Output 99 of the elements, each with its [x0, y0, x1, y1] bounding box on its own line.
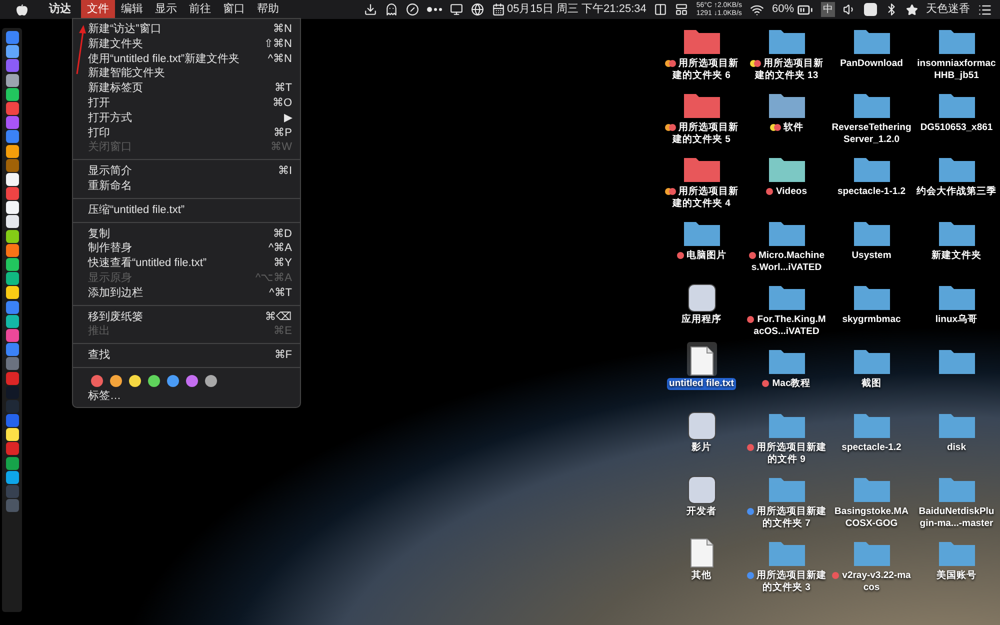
dock-app-icon[interactable]: [6, 172, 18, 186]
desktop-icon-label[interactable]: 其他: [690, 570, 714, 582]
globe-icon[interactable]: [470, 3, 484, 16]
menu-item[interactable]: 新建“访达”窗口 ⌘N: [73, 22, 300, 37]
desktop-icon-label[interactable]: 用所选项目新建的文件夹 13: [744, 58, 828, 82]
desktop-icon-label[interactable]: 用所选项目新建的文件夹 6: [660, 58, 744, 82]
desktop-icon-label[interactable]: 截图: [860, 378, 884, 390]
menu-item[interactable]: 新建文件夹 ⇧⌘N: [73, 36, 300, 52]
apple-icon[interactable]: [16, 4, 28, 16]
dots-icon[interactable]: [426, 7, 442, 12]
dock-app-icon[interactable]: [6, 215, 18, 228]
desktop-icon-label[interactable]: 用所选项目新建的文件夹 4: [660, 186, 744, 210]
desktop-icon-label[interactable]: 用所选项目新建的文件夹 5: [660, 122, 744, 146]
desktop-icon-label[interactable]: 用所选项目新建的文件夹 3: [744, 570, 828, 594]
desktop-icon-label[interactable]: DG510653_x861: [918, 122, 995, 134]
menu-bar-clock[interactable]: 05月15日 周三 下午21:25:34: [506, 1, 646, 18]
menu-item[interactable]: 快速查看“untitled file.txt” ⌘Y: [73, 256, 300, 271]
dock-app-icon[interactable]: [6, 272, 18, 286]
ghost-icon[interactable]: [384, 3, 398, 16]
desktop-icon-label[interactable]: linux乌哥: [933, 314, 980, 326]
volume-icon[interactable]: [843, 3, 856, 16]
desktop-icon-label[interactable]: 美国账号: [934, 570, 978, 582]
desktop-icon-label[interactable]: v2ray-v3.22-macos: [830, 570, 914, 594]
desktop-icon-label[interactable]: 新建文件夹: [930, 250, 984, 262]
menu-item[interactable]: 添加到边栏 ^⌘T: [73, 286, 300, 301]
desktop-icon-label[interactable]: Micro.Machines.Worl...iVATED: [744, 250, 828, 274]
desktop-icon-label[interactable]: Basingstoke.MACOSX-GOG: [830, 506, 914, 530]
menu-item[interactable]: 标签…: [73, 388, 300, 404]
desktop-icon-label[interactable]: BaiduNetdiskPlugin-ma...-master: [914, 506, 998, 530]
dock-app-icon[interactable]: [6, 144, 18, 158]
desktop-icon-label[interactable]: Usystem: [850, 250, 894, 262]
menu-item[interactable]: 重新命名: [73, 178, 300, 194]
wifi-icon[interactable]: [750, 2, 764, 16]
dock-app-icon[interactable]: [6, 201, 18, 214]
desktop-icon-label[interactable]: PanDownload: [838, 58, 905, 70]
document-icon: [688, 538, 714, 568]
desktop-icon-label[interactable]: For.The.King.MacOS...iVATED: [744, 314, 828, 338]
app-icon: [688, 284, 716, 312]
dock-app-icon[interactable]: [6, 470, 18, 484]
menu-item[interactable]: 使用“untitled file.txt”新建文件夹 ^⌘N: [73, 52, 300, 66]
input-method[interactable]: 中: [821, 2, 835, 17]
menu-item[interactable]: 显示简介 ⌘I: [73, 164, 300, 179]
desktop-icon-label[interactable]: spectacle-1-1.2: [835, 186, 908, 198]
dock-app-icon[interactable]: [6, 428, 18, 442]
download-icon[interactable]: [364, 3, 377, 16]
dock-app-icon[interactable]: [6, 286, 18, 300]
desktop-icon-label[interactable]: untitled file.txt: [667, 378, 736, 390]
menu-title[interactable]: 前往: [183, 0, 217, 19]
menu-title[interactable]: 帮助: [251, 0, 285, 19]
star-icon[interactable]: [906, 4, 918, 16]
menu-item[interactable]: 新建智能文件夹: [73, 66, 300, 82]
display-icon[interactable]: [450, 3, 463, 16]
desktop-icon-label[interactable]: ReverseTetheringServer_1.2.0: [830, 122, 914, 146]
desktop-icon-label[interactable]: 电脑图片: [674, 250, 728, 262]
dock-app-icon[interactable]: [6, 74, 18, 87]
desktop-icon-label[interactable]: disk: [944, 442, 968, 454]
list-icon[interactable]: [978, 2, 992, 16]
desktop-icon-label[interactable]: 影片: [690, 442, 714, 454]
battery-percent[interactable]: 60%: [772, 1, 794, 18]
menu-item[interactable]: 打开 ⌘O: [73, 96, 300, 111]
menu-title[interactable]: 显示: [149, 0, 183, 19]
dock-app-icon[interactable]: [6, 88, 18, 101]
app-icon: [688, 412, 716, 440]
desktop-icon-label[interactable]: spectacle-1.2: [840, 442, 904, 454]
dock-app-icon[interactable]: [6, 230, 18, 243]
menu-item[interactable]: 查找 ⌘F: [73, 348, 300, 363]
desktop-icon-label[interactable]: 软件: [768, 122, 806, 134]
menu-item[interactable]: 打印 ⌘P: [73, 126, 300, 140]
desktop-icon-label[interactable]: 应用程序: [680, 314, 724, 326]
annotation-arrow: [75, 24, 87, 76]
desktop-icon-label[interactable]: insomniaxformacHHB_jb51: [914, 58, 998, 82]
desktop-icon-label[interactable]: 开发者: [684, 506, 718, 518]
app-menu[interactable]: 访达: [49, 1, 71, 18]
desktop-icon-label[interactable]: skygrmbmac: [840, 314, 903, 326]
calendar-icon[interactable]: [492, 3, 505, 16]
app-icon: [688, 476, 716, 504]
menu-item[interactable]: 新建标签页 ⌘T: [73, 81, 300, 96]
menu-item[interactable]: 移到废纸篓 ⌘⌫: [73, 310, 300, 324]
menu-title[interactable]: 文件: [81, 0, 115, 19]
dock-app-icon[interactable]: [6, 258, 18, 271]
menu-title[interactable]: 编辑: [115, 0, 149, 19]
menu-item[interactable]: 压缩“untitled file.txt”: [73, 202, 300, 218]
window-icon[interactable]: [654, 3, 668, 16]
dock-app-icon[interactable]: [6, 45, 18, 58]
document-icon: [688, 346, 714, 376]
dock-app-icon[interactable]: [6, 314, 18, 328]
desktop-icon-label[interactable]: 约会大作战第三季: [914, 186, 998, 198]
menu-item[interactable]: 复制 ⌘D: [73, 226, 300, 242]
user-name[interactable]: 天色迷香: [926, 1, 970, 18]
desktop-icon-label[interactable]: 用所选项目新建的文件夹 7: [744, 506, 828, 530]
menu-item[interactable]: 打开方式 ▶: [73, 110, 300, 126]
desktop-icon-label[interactable]: Mac教程: [760, 378, 813, 390]
menu-item[interactable]: 制作替身 ^⌘A: [73, 241, 300, 256]
desktop-icon-label[interactable]: 用所选项目新建的文件 9: [744, 442, 828, 466]
menu-title[interactable]: 窗口: [217, 0, 251, 19]
dock-app-icon[interactable]: [6, 244, 18, 257]
desktop-icon-label[interactable]: Videos: [764, 186, 809, 198]
bluetooth-icon[interactable]: [885, 3, 898, 16]
circle-icon[interactable]: [406, 3, 419, 16]
